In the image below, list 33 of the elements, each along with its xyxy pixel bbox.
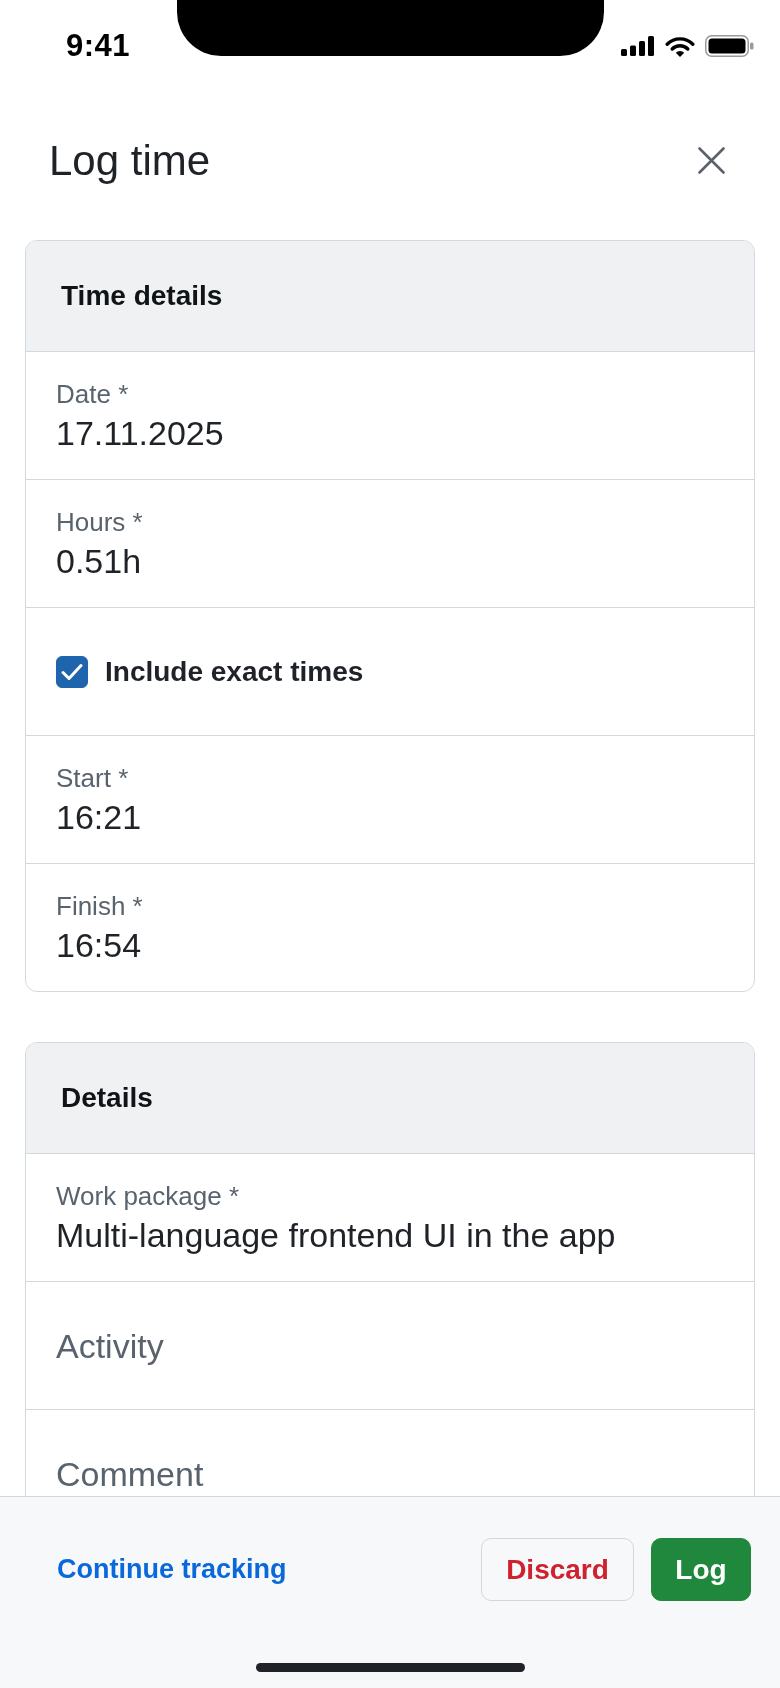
outline-button[interactable]: Discard	[481, 1538, 634, 1601]
filled-button[interactable]: Log	[651, 1538, 751, 1601]
section-title: Time details	[61, 279, 223, 313]
field-value: 16:21	[56, 796, 142, 838]
input-field[interactable]: Hours * 0.51h	[26, 479, 754, 607]
input-field[interactable]: Activity	[26, 1281, 754, 1409]
field-value: Multi-language frontend UI in the app	[56, 1214, 616, 1256]
sheet-title: Log time	[49, 135, 211, 186]
field-label: Hours *	[56, 505, 143, 538]
placeholder-text: Activity	[56, 1325, 164, 1367]
field-value: 0.51h	[56, 540, 142, 582]
close-button[interactable]	[698, 146, 725, 174]
signal-icon	[621, 36, 655, 56]
text-link[interactable]: Continue tracking	[57, 1549, 287, 1590]
field-value: 16:54	[56, 924, 142, 966]
checkbox[interactable]	[56, 655, 88, 688]
input-field[interactable]: Finish * 16:54	[26, 863, 754, 991]
section-title: Details	[61, 1081, 153, 1115]
status-time: 9:41	[66, 26, 131, 65]
check-icon	[61, 662, 83, 681]
input-field[interactable]: Work package * Multi-language frontend UI in the app	[26, 1153, 754, 1281]
placeholder-text: Comment	[56, 1453, 204, 1495]
field-value: 17.11.2025	[56, 412, 224, 454]
field-label: Start *	[56, 761, 129, 794]
battery-icon	[705, 35, 754, 57]
close-icon	[698, 146, 725, 174]
field-label: Date *	[56, 377, 129, 410]
input-field[interactable]: Start * 16:21	[26, 735, 754, 863]
field-label: Finish *	[56, 889, 143, 922]
checkbox-label[interactable]: Include exact times	[105, 650, 364, 693]
field-label: Work package *	[56, 1179, 240, 1212]
wifi-icon	[665, 35, 695, 57]
input-field[interactable]: Date * 17.11.2025	[26, 351, 754, 479]
